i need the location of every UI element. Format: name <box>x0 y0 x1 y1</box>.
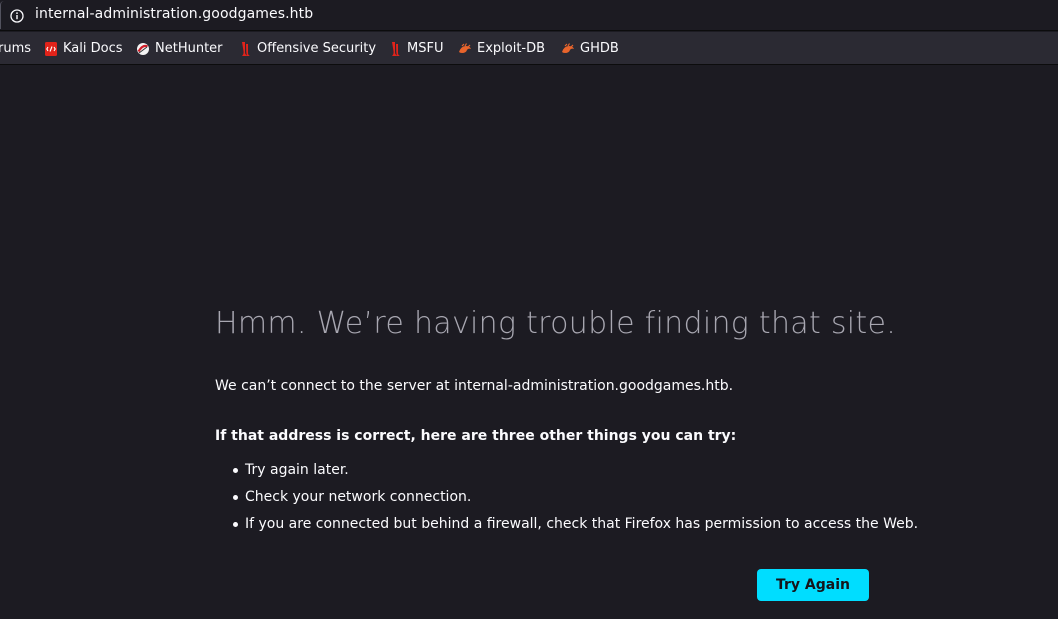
bookmark-kali-docs[interactable]: Kali Docs <box>44 32 123 64</box>
ghdb-icon <box>562 42 574 53</box>
browser-window: internal-administration.goodgames.htb ru… <box>0 0 1058 619</box>
suggestion-text: Check your network connection. <box>245 489 472 505</box>
bookmark-label: Offensive Security <box>257 41 377 56</box>
suggestion-text: If you are connected but behind a firewa… <box>245 516 919 532</box>
suggestion-item: If you are connected but behind a firewa… <box>215 514 918 541</box>
suggestions-heading: If that address is correct, here are thr… <box>215 428 737 444</box>
bookmark-label: Exploit-DB <box>477 41 546 56</box>
bookmark-ghdb[interactable]: GHDB <box>561 32 619 64</box>
offsec-icon <box>242 41 250 56</box>
address-bar: internal-administration.goodgames.htb <box>0 0 1058 31</box>
bookmark-label: MSFU <box>407 41 444 56</box>
bookmark-exploit-db[interactable]: Exploit-DB <box>458 32 546 64</box>
bookmark-nethunter[interactable]: NetHunter <box>136 32 223 64</box>
suggestions-list: Try again later. Check your network conn… <box>215 460 918 541</box>
bookmark-offensive-security[interactable]: Offensive Security <box>238 32 377 64</box>
url-field[interactable]: internal-administration.goodgames.htb <box>0 1 1058 29</box>
try-again-button[interactable]: Try Again <box>757 569 869 601</box>
info-icon[interactable] <box>10 9 24 23</box>
bullet-icon <box>233 495 238 500</box>
exploit-db-icon <box>459 42 471 53</box>
msfu-icon <box>392 41 400 56</box>
url-text[interactable]: internal-administration.goodgames.htb <box>35 6 313 22</box>
bullet-icon <box>233 522 238 527</box>
error-description: We can’t connect to the server at intern… <box>215 378 734 394</box>
bookmark-label: NetHunter <box>155 41 223 56</box>
bookmark-label: GHDB <box>580 41 619 56</box>
nethunter-icon <box>137 42 149 55</box>
bookmarks-toolbar: rums Kali Docs NetHunter Offensive Secur… <box>0 32 1058 65</box>
bookmark-label: rums <box>0 41 32 56</box>
error-title: Hmm. We’re having trouble finding that s… <box>215 306 897 341</box>
kali-docs-icon <box>45 41 57 56</box>
bookmark-kali-forums[interactable]: rums <box>0 32 32 64</box>
suggestion-item: Try again later. <box>215 460 918 487</box>
bullet-icon <box>233 468 238 473</box>
bookmark-label: Kali Docs <box>63 41 123 56</box>
bookmark-msfu[interactable]: MSFU <box>388 32 444 64</box>
suggestion-item: Check your network connection. <box>215 487 918 514</box>
suggestion-text: Try again later. <box>245 462 349 478</box>
